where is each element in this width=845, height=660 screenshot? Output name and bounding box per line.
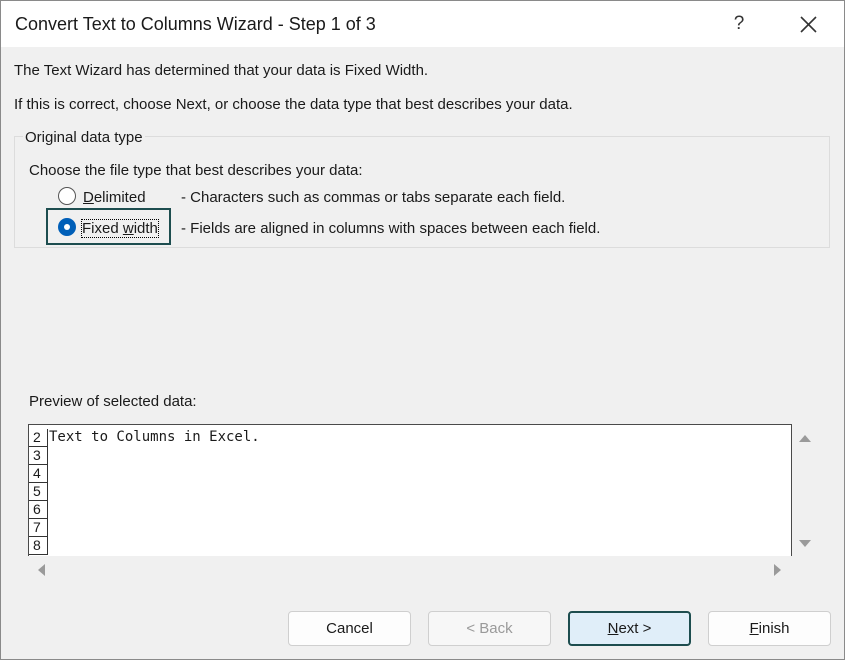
help-button[interactable]: ? xyxy=(723,7,755,41)
preview-row: 4 xyxy=(29,465,789,483)
row-text: Text to Columns in Excel. xyxy=(49,429,260,445)
dialog-title: Convert Text to Columns Wizard - Step 1 … xyxy=(15,14,376,34)
scroll-down-arrow-icon[interactable] xyxy=(798,539,812,549)
scroll-up-arrow-icon[interactable] xyxy=(798,433,812,443)
preview-row: 3 xyxy=(29,447,789,465)
row-number: 6 xyxy=(29,501,48,519)
preview-row: 2 Text to Columns in Excel. xyxy=(29,429,789,447)
title-bar: Convert Text to Columns Wizard - Step 1 … xyxy=(1,1,844,47)
radio-fixed-width-circle[interactable] xyxy=(58,218,76,236)
row-number: 7 xyxy=(29,519,48,537)
next-button[interactable]: Next > xyxy=(568,611,691,646)
preview-row: 8 xyxy=(29,537,789,555)
row-number: 2 xyxy=(29,429,48,447)
radio-fixed-width-label[interactable]: Fixed width xyxy=(81,219,159,238)
radio-fixed-width[interactable]: Fixed width xyxy=(56,217,166,239)
file-type-prompt: Choose the file type that best describes… xyxy=(29,162,363,179)
preview-label: Preview of selected data: xyxy=(29,393,197,410)
row-number: 3 xyxy=(29,447,48,465)
cancel-button[interactable]: Cancel xyxy=(288,611,411,646)
close-icon xyxy=(800,16,817,33)
finish-button[interactable]: Finish xyxy=(708,611,831,646)
scroll-left-arrow-icon[interactable] xyxy=(36,563,46,577)
preview-row: 6 xyxy=(29,501,789,519)
radio-delimited-description: - Characters such as commas or tabs sepa… xyxy=(181,189,566,206)
data-preview-pane[interactable]: 2 Text to Columns in Excel. 3 4 5 6 7 8 xyxy=(28,424,792,556)
scroll-right-arrow-icon[interactable] xyxy=(773,563,783,577)
row-number: 8 xyxy=(29,537,48,555)
preview-row: 7 xyxy=(29,519,789,537)
back-button[interactable]: < Back xyxy=(428,611,551,646)
radio-delimited[interactable]: Delimited xyxy=(56,186,166,208)
intro-instructions-text: If this is correct, choose Next, or choo… xyxy=(14,96,573,113)
close-button[interactable] xyxy=(791,7,827,41)
text-to-columns-dialog: Convert Text to Columns Wizard - Step 1 … xyxy=(0,0,845,660)
radio-fixed-width-description: - Fields are aligned in columns with spa… xyxy=(181,220,601,237)
radio-delimited-circle[interactable] xyxy=(58,187,76,205)
radio-delimited-label[interactable]: Delimited xyxy=(83,189,146,206)
row-number: 4 xyxy=(29,465,48,483)
intro-detected-text: The Text Wizard has determined that your… xyxy=(14,62,429,79)
row-number: 5 xyxy=(29,483,48,501)
group-legend: Original data type xyxy=(23,129,145,146)
preview-row: 5 xyxy=(29,483,789,501)
